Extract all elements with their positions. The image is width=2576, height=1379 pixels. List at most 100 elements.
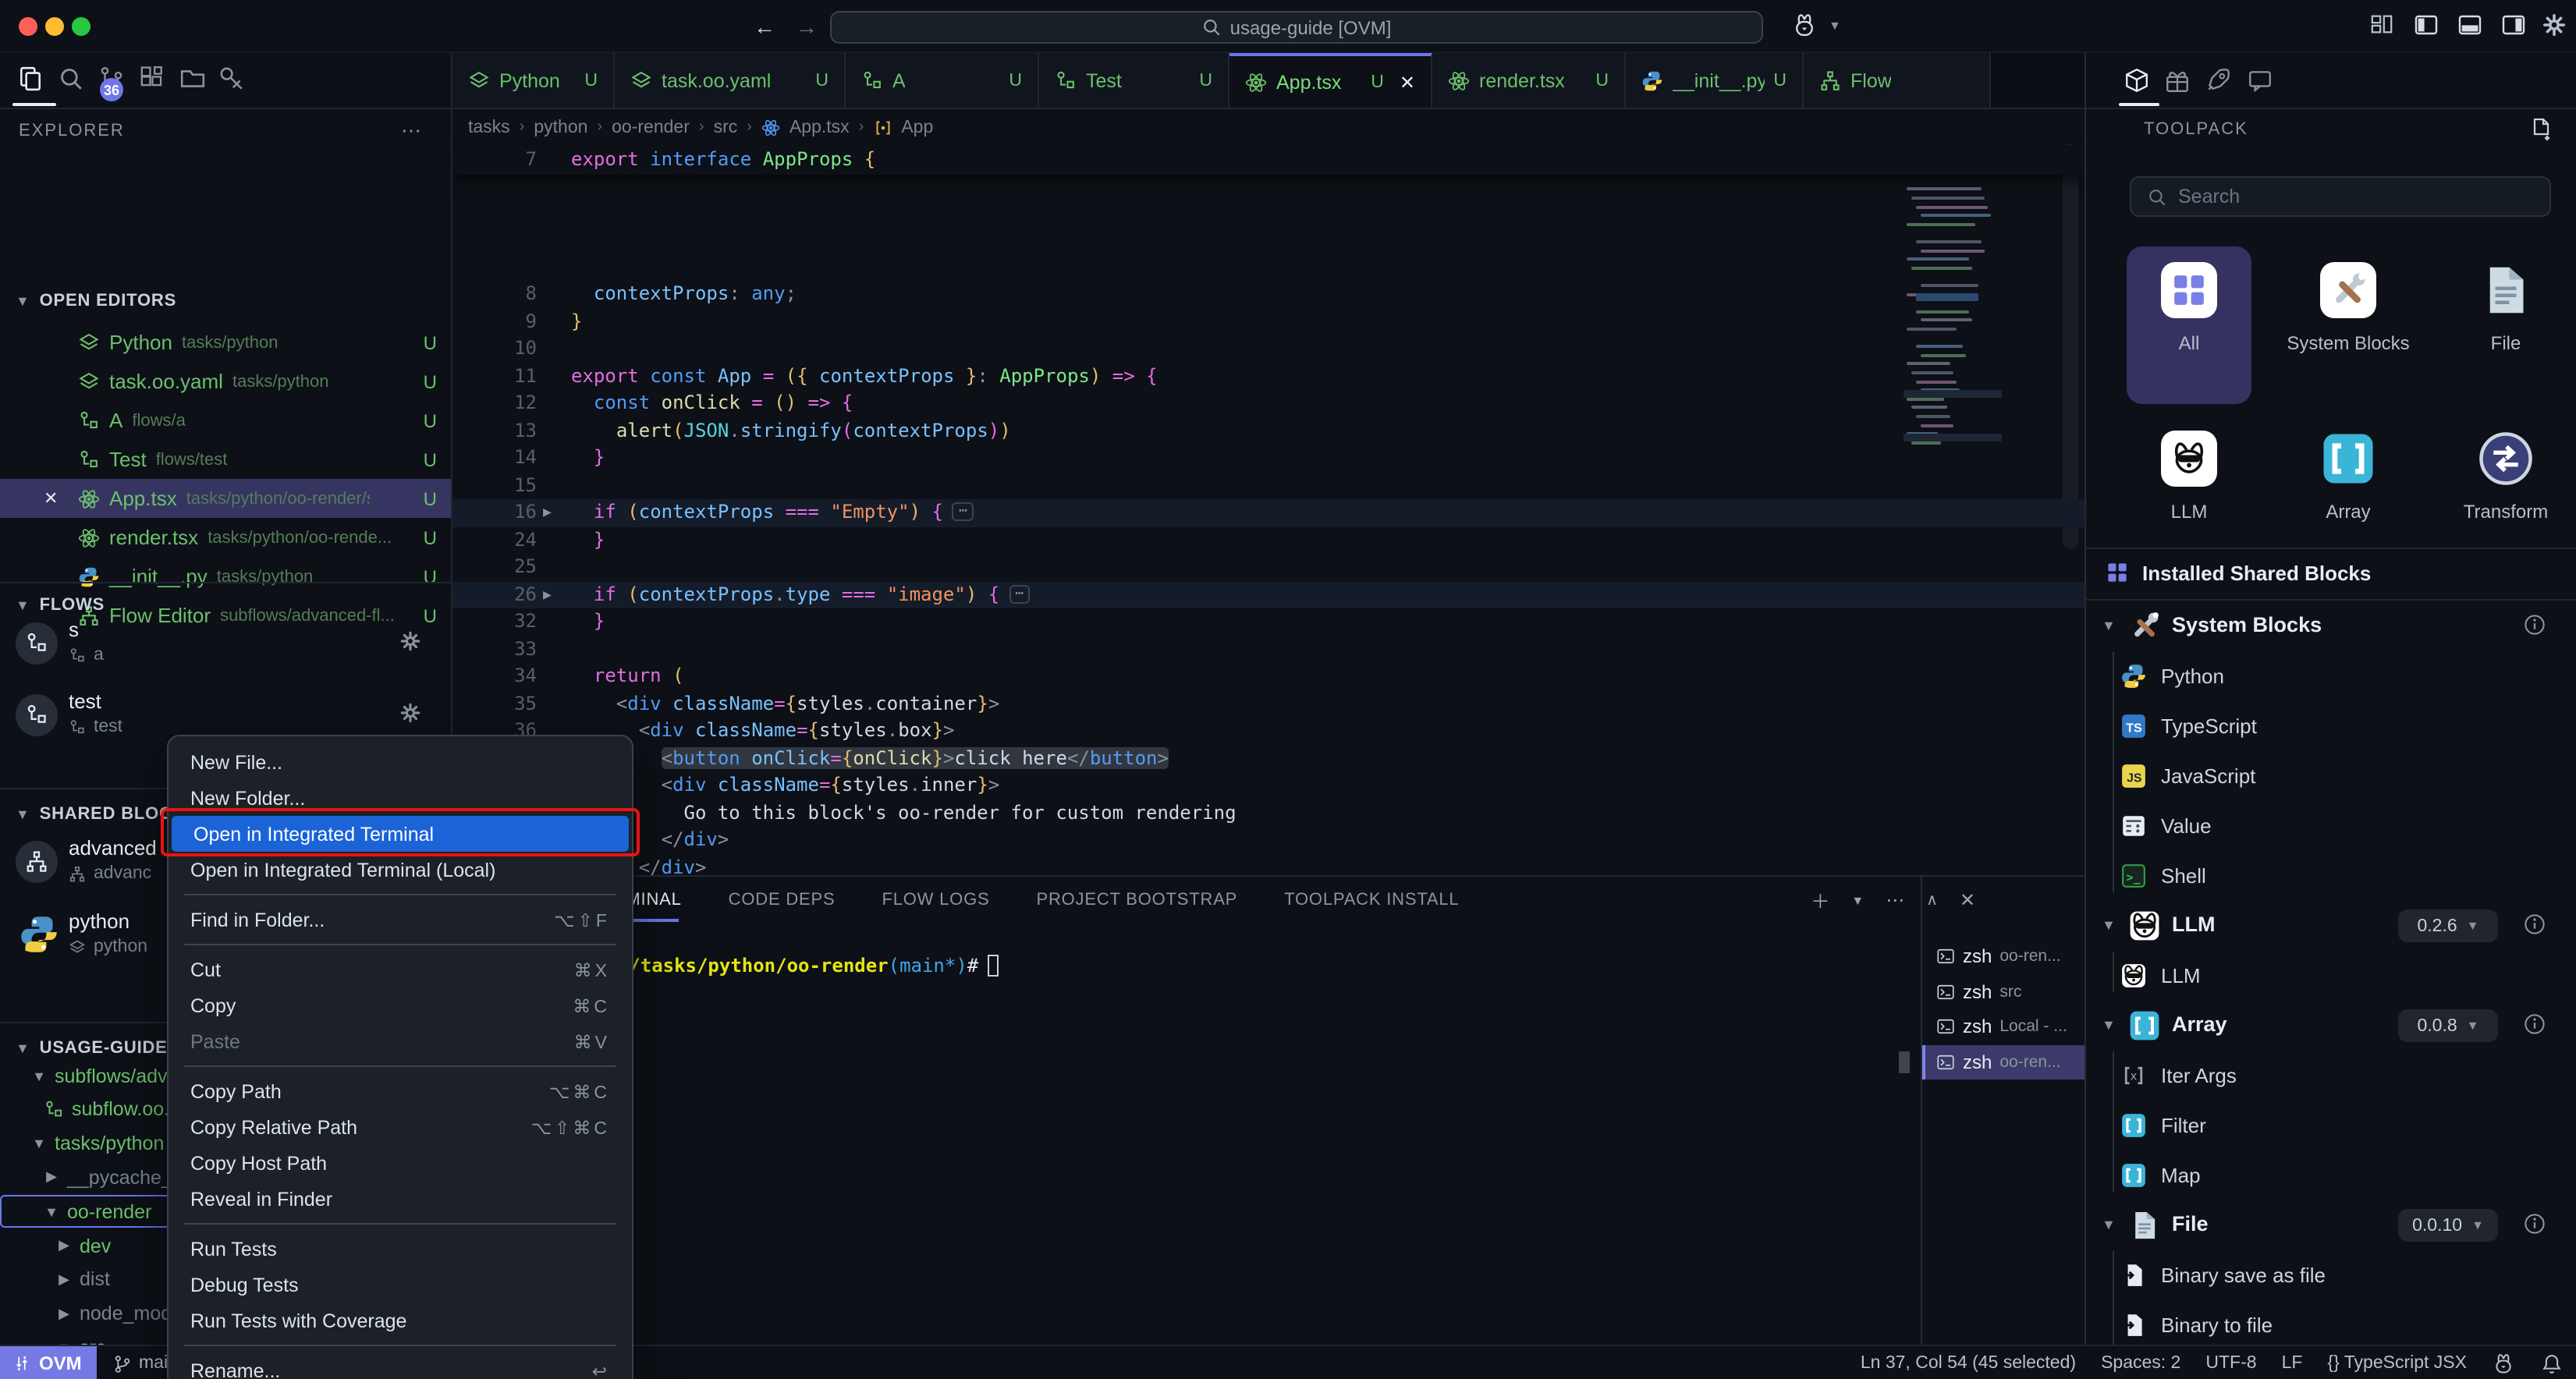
open-editor-python[interactable]: Pythontasks/pythonU — [0, 323, 452, 362]
status-item-ln-37-col-54-45-selected[interactable]: Ln 37, Col 54 (45 selected) — [1861, 1354, 2076, 1373]
block-item-filter[interactable]: Filter — [2086, 1101, 2576, 1151]
block-item-binary-to-file[interactable]: Binary to file — [2086, 1301, 2576, 1345]
status-item-lf[interactable]: LF — [2282, 1354, 2303, 1373]
code-line-32[interactable]: 32 } — [452, 608, 2085, 636]
menu-item-reveal-in-finder[interactable]: Reveal in Finder — [169, 1181, 632, 1217]
code-line-8[interactable]: 8 contextProps: any; — [452, 281, 2085, 308]
toolpack-cube-icon[interactable] — [2124, 67, 2150, 94]
terminal-more-icon[interactable]: ⋯ — [1886, 889, 1904, 911]
close-editor-icon[interactable]: ✕ — [44, 488, 58, 509]
flow-item-s[interactable]: sa — [0, 615, 452, 686]
version-dropdown[interactable]: 0.0.10▼ — [2398, 1209, 2498, 1242]
minimap[interactable] — [1904, 144, 2002, 612]
toggle-bottom-panel-icon[interactable] — [2457, 12, 2482, 37]
folder-activity-icon[interactable] — [179, 66, 206, 92]
terminal-session-2[interactable]: zshLocal - ... — [1922, 1009, 2085, 1044]
terminal-session-1[interactable]: zshsrc — [1922, 974, 2085, 1009]
tab-a[interactable]: AU — [846, 53, 1039, 109]
code-line-15[interactable]: 15 — [452, 472, 2085, 499]
menu-item-copy-host-path[interactable]: Copy Host Path — [169, 1145, 632, 1181]
code-line-37[interactable]: 37 <button onClick={onClick}>click here<… — [452, 745, 2085, 772]
gear-icon[interactable] — [399, 702, 421, 724]
info-icon[interactable] — [2523, 613, 2546, 636]
breadcrumb-item[interactable]: oo-render — [612, 118, 690, 136]
terminal-dropdown-icon[interactable]: ▼ — [1851, 893, 1864, 907]
chevron-down-icon[interactable]: ▼ — [2102, 618, 2116, 633]
block-group-system-blocks[interactable]: ▼System Blocks — [2086, 602, 2576, 652]
code-line-34[interactable]: 34 return ( — [452, 663, 2085, 690]
menu-item-copy-relative-path[interactable]: Copy Relative Path⌥⇧⌘C — [169, 1109, 632, 1145]
code-editor[interactable]: tasks›python›oo-render›src›App.tsx›App 7… — [452, 109, 2085, 1345]
code-line-35[interactable]: 35 <div className={styles.container}> — [452, 690, 2085, 718]
block-group-file[interactable]: ▼File0.0.10▼ — [2086, 1201, 2576, 1251]
breadcrumb-item[interactable]: App — [901, 118, 933, 136]
menu-item-copy[interactable]: Copy⌘C — [169, 987, 632, 1023]
folded-code-badge[interactable]: ⋯ — [1009, 584, 1030, 603]
breadcrumb-item[interactable]: python — [534, 118, 587, 136]
back-arrow-icon[interactable]: ← — [754, 14, 775, 39]
tile-label[interactable]: Transform — [2428, 499, 2576, 524]
tile-label[interactable]: System Blocks — [2270, 331, 2426, 356]
folded-code-badge[interactable]: ⋯ — [953, 502, 974, 521]
block-item-typescript[interactable]: TSTypeScript — [2086, 702, 2576, 752]
code-line-24[interactable]: 24 } — [452, 526, 2085, 554]
toggle-left-sidebar-icon[interactable] — [2414, 12, 2439, 37]
menu-item-run-tests-with-coverage[interactable]: Run Tests with Coverage — [169, 1303, 632, 1338]
code-line-13[interactable]: 13 alert(JSON.stringify(contextProps)) — [452, 417, 2085, 445]
block-item-binary-save-as-file[interactable]: Binary save as file — [2086, 1251, 2576, 1301]
tab-app-tsx[interactable]: App.tsxU✕ — [1229, 53, 1432, 109]
code-line-12[interactable]: 12 const onClick = () => { — [452, 390, 2085, 417]
command-center-search[interactable]: usage-guide [OVM] — [830, 11, 1763, 44]
tile-label[interactable]: LLM — [2111, 499, 2267, 524]
chevron-down-icon[interactable]: ▼ — [2102, 917, 2116, 933]
tab-python[interactable]: PythonU — [452, 53, 615, 109]
code-line-36[interactable]: 36 <div className={styles.box}> — [452, 718, 2085, 745]
code-line-40[interactable]: 40 </div> — [452, 827, 2085, 854]
menu-item-find-in-folder-[interactable]: Find in Folder...⌥⇧F — [169, 902, 632, 938]
terminal-scrollbar-thumb[interactable] — [1899, 1051, 1910, 1073]
extensions-icon[interactable] — [139, 66, 165, 92]
menu-item-run-tests[interactable]: Run Tests — [169, 1231, 632, 1267]
chat-icon[interactable] — [2247, 67, 2273, 94]
open-editor-task-oo-yaml[interactable]: task.oo.yamltasks/pythonU — [0, 362, 452, 401]
close-traffic-light[interactable] — [19, 17, 37, 36]
rocket-icon[interactable] — [2205, 67, 2231, 94]
chevron-down-icon[interactable]: ▼ — [2102, 1217, 2116, 1232]
code-line-33[interactable]: 33 — [452, 636, 2085, 663]
menu-item-new-file-[interactable]: New File... — [169, 744, 632, 780]
tile-array-icon[interactable] — [2320, 431, 2376, 487]
menu-item-rename-[interactable]: Rename...↩ — [169, 1352, 632, 1379]
fold-chevron-icon[interactable]: ▶ — [543, 583, 552, 610]
block-item-iter-args[interactable]: xIter Args — [2086, 1051, 2576, 1101]
tab-test[interactable]: TestU — [1039, 53, 1229, 109]
search-activity-icon[interactable] — [58, 66, 84, 92]
panel-tab-toolpack-install[interactable]: TOOLPACK INSTALL — [1284, 891, 1459, 909]
info-icon[interactable] — [2523, 1012, 2546, 1036]
version-dropdown[interactable]: 0.2.6▼ — [2398, 909, 2498, 942]
gift-icon[interactable] — [2164, 67, 2191, 94]
toggle-right-sidebar-icon[interactable] — [2501, 12, 2526, 37]
tile-label[interactable]: Array — [2270, 499, 2426, 524]
menu-item-copy-path[interactable]: Copy Path⌥⌘C — [169, 1073, 632, 1109]
explorer-more-icon[interactable]: ⋯ — [401, 119, 423, 144]
menu-item-open-in-integrated-terminal[interactable]: Open in Integrated Terminal — [172, 816, 629, 852]
tab-render-tsx[interactable]: render.tsxU — [1432, 53, 1626, 109]
bunny-status-icon[interactable] — [2492, 1352, 2515, 1375]
breadcrumb-item[interactable]: tasks — [468, 118, 510, 136]
tab--init-py[interactable]: __init__.pyU — [1626, 53, 1804, 109]
minimize-traffic-light[interactable] — [45, 17, 64, 36]
explorer-files-icon[interactable] — [17, 66, 44, 92]
status-item-utf-8[interactable]: UTF-8 — [2205, 1354, 2256, 1373]
menu-item-cut[interactable]: Cut⌘X — [169, 952, 632, 987]
code-line-16[interactable]: 16▶ if (contextProps === "Empty") {⋯ — [452, 499, 2085, 526]
tile-all-icon[interactable] — [2161, 262, 2217, 318]
menu-item-open-in-integrated-terminal-local-[interactable]: Open in Integrated Terminal (Local) — [169, 852, 632, 888]
menu-item-new-folder-[interactable]: New Folder... — [169, 780, 632, 816]
toolpack-search-input[interactable]: Search — [2130, 176, 2551, 217]
fold-chevron-icon[interactable]: ▶ — [543, 501, 552, 528]
open-editor-test[interactable]: Testflows/testU — [0, 440, 452, 479]
panel-tab-code-deps[interactable]: CODE DEPS — [729, 891, 836, 909]
tile-transform-icon[interactable] — [2478, 431, 2534, 487]
tile-file-icon[interactable] — [2478, 262, 2534, 318]
info-icon[interactable] — [2523, 913, 2546, 936]
